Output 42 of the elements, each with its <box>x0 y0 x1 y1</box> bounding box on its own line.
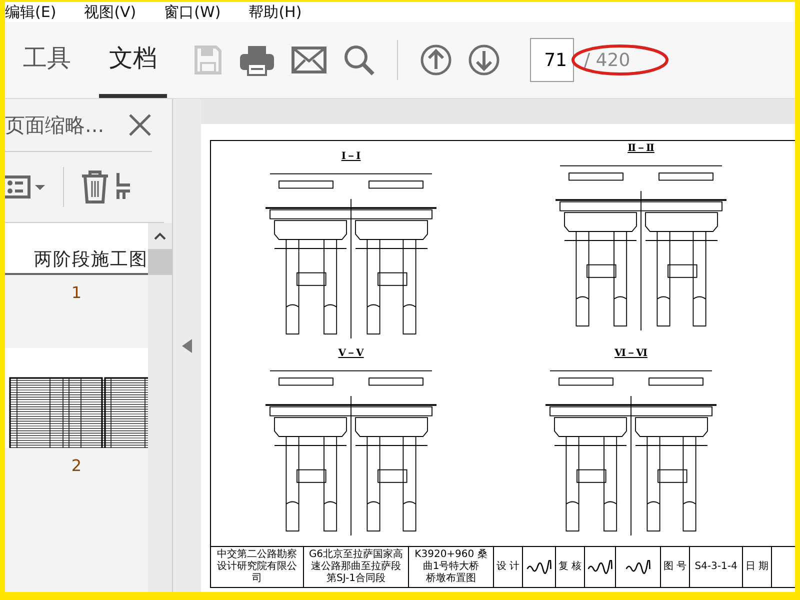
signature-icon <box>587 560 613 574</box>
menu-item[interactable]: 编辑(E) <box>5 2 56 22</box>
title-block-text: 第SJ-1合同段 <box>326 573 386 585</box>
previous-page-button[interactable] <box>420 44 452 76</box>
signature-icon <box>526 560 552 574</box>
title-block-text: 复 核 <box>556 547 584 587</box>
section-title: Ⅴ－Ⅴ <box>338 347 364 360</box>
email-button[interactable] <box>291 46 327 74</box>
page-tool-icon[interactable] <box>116 173 130 201</box>
title-block-text: K3920+960 桑曲1号特大桥 <box>414 549 488 572</box>
menu-item[interactable]: 帮助(H) <box>248 2 302 22</box>
title-block-text: 日 期 <box>743 547 771 587</box>
close-icon[interactable] <box>128 113 152 137</box>
signature-icon <box>625 560 651 574</box>
title-block-text: 设 计 <box>494 547 522 587</box>
page-number-field[interactable]: 71 <box>530 38 574 82</box>
options-icon[interactable] <box>5 174 47 200</box>
title-block-text: 桥墩布置图 <box>426 573 476 585</box>
title-block-text: G6北京至拉萨国家高速公路那曲至拉萨段 <box>308 549 404 573</box>
thumbnail-caption: 两阶段施工图 <box>34 248 148 271</box>
trash-icon[interactable] <box>80 170 110 204</box>
page-thumbnail[interactable]: 两阶段施工图 <box>5 223 148 275</box>
toolbar-tab[interactable]: 文档 <box>99 22 167 98</box>
section-title: Ⅰ－Ⅰ <box>341 150 361 163</box>
menu-item[interactable]: 视图(V) <box>84 2 136 22</box>
collapse-panel-icon[interactable] <box>182 338 192 352</box>
title-block-text: 图 号 <box>661 547 689 587</box>
next-page-button[interactable] <box>468 44 500 76</box>
section-title: Ⅱ－Ⅱ <box>628 142 654 155</box>
title-block-text: S4-3-1-4 <box>690 547 742 587</box>
page-count: / 420 <box>584 50 630 70</box>
page-number-label: 1 <box>71 283 82 302</box>
scrollbar-thumb[interactable] <box>148 249 172 275</box>
scroll-up-icon[interactable] <box>153 231 167 241</box>
toolbar-tab[interactable]: 工具 <box>13 22 81 98</box>
panel-title: 页面缩略... <box>5 112 104 138</box>
menu-item[interactable]: 窗口(W) <box>164 2 221 22</box>
search-button[interactable] <box>343 44 375 76</box>
section-title: Ⅵ－Ⅵ <box>614 347 648 360</box>
title-block-text: 中交第二公路勘察设计研究院有限公司 <box>211 547 303 587</box>
page-number-label: 2 <box>71 456 82 475</box>
print-button[interactable] <box>239 44 275 76</box>
